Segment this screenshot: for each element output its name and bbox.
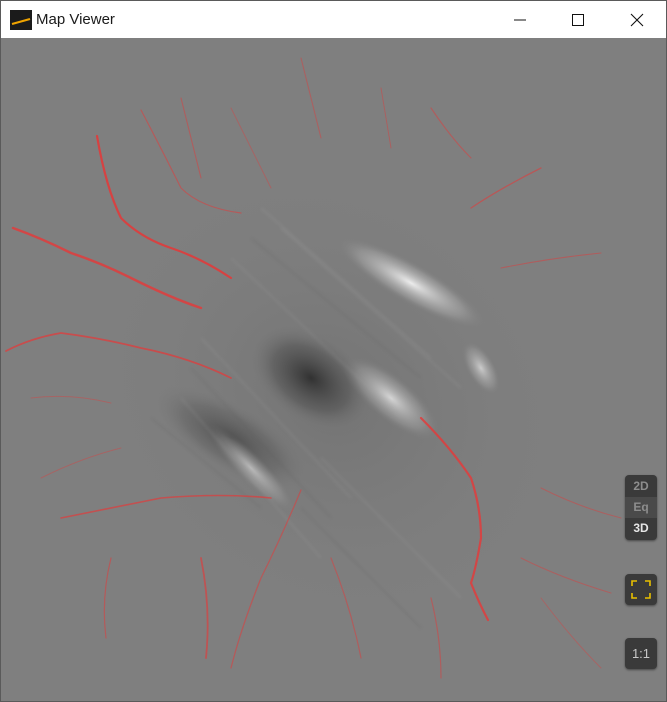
mode-eq-button[interactable]: Eq — [625, 497, 657, 518]
maximize-button[interactable] — [549, 1, 607, 38]
fit-to-extent-icon — [631, 580, 651, 599]
map-viewer-window: Map Viewer 2D Eq 3D 1:1 — [0, 0, 667, 702]
maximize-icon — [572, 14, 584, 26]
app-logo-icon — [10, 10, 32, 30]
fit-to-extent-button[interactable] — [625, 574, 657, 605]
mode-2d-button[interactable]: 2D — [625, 476, 657, 497]
window-title: Map Viewer — [36, 11, 115, 28]
title-bar[interactable]: Map Viewer — [1, 1, 666, 38]
mode-3d-button[interactable]: 3D — [625, 518, 657, 539]
view-mode-toggle: 2D Eq 3D — [625, 475, 657, 540]
minimize-button[interactable] — [491, 1, 549, 38]
hillshade-terrain-map — [1, 38, 666, 701]
close-button[interactable] — [608, 1, 666, 38]
minimize-icon — [514, 19, 526, 21]
one-to-one-scale-button[interactable]: 1:1 — [625, 638, 657, 669]
map-viewport[interactable]: 2D Eq 3D 1:1 — [1, 38, 666, 701]
close-icon — [630, 13, 644, 27]
